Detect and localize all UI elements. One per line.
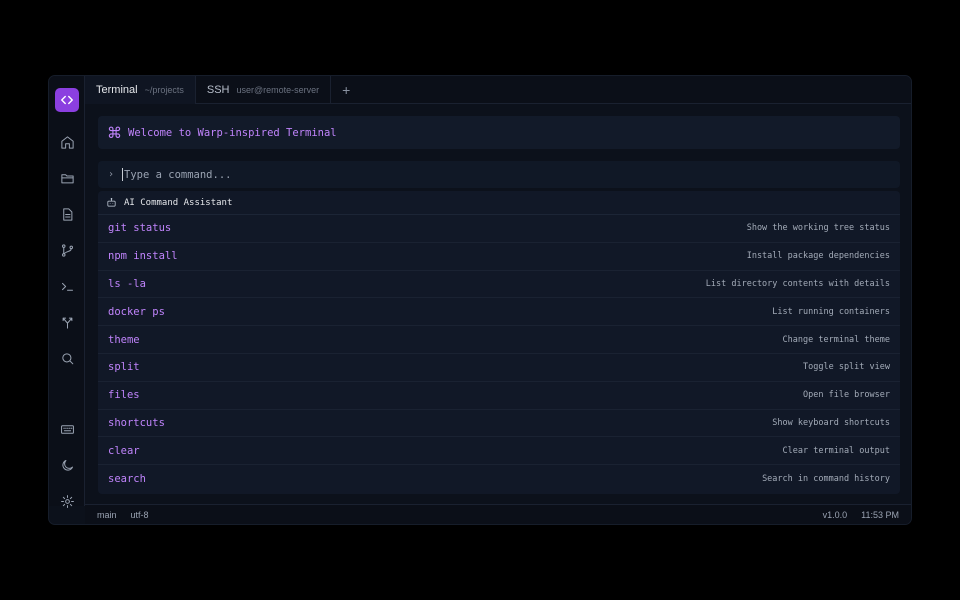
home-icon[interactable] [55, 130, 79, 154]
command-description: Show keyboard shortcuts [772, 417, 890, 428]
status-encoding[interactable]: utf-8 [131, 510, 149, 520]
tab-title: SSH [206, 84, 230, 96]
command-suggestion[interactable]: theme Change terminal theme [98, 326, 900, 354]
command-description: Change terminal theme [782, 334, 890, 345]
command-description: List running containers [772, 306, 890, 317]
robot-icon [107, 198, 116, 207]
command-suggestion[interactable]: npm install Install package dependencies [98, 243, 900, 271]
terminal-window: Terminal ~/projects SSH user@remote-serv… [48, 75, 912, 525]
command-description: List directory contents with details [705, 278, 890, 289]
tab-bar: Terminal ~/projects SSH user@remote-serv… [85, 76, 911, 104]
command-suggestion[interactable]: git status Show the working tree status [98, 215, 900, 243]
command-description: Install package dependencies [746, 251, 890, 262]
command-name: theme [108, 333, 140, 346]
command-suggestion[interactable]: clear Clear terminal output [98, 437, 900, 466]
command-description: Clear terminal output [782, 445, 890, 456]
fork-icon[interactable] [55, 310, 79, 334]
command-suggestion[interactable]: docker ps List running containers [98, 298, 900, 327]
command-description: Toggle split view [803, 362, 890, 373]
command-description: Search in command history [762, 474, 890, 485]
assistant-header: AI Command Assistant [98, 191, 900, 215]
command-description: Show the working tree status [746, 223, 890, 234]
command-input[interactable] [122, 168, 822, 181]
status-branch[interactable]: main [97, 510, 117, 520]
status-time: 11:53 PM [861, 509, 899, 520]
command-name: clear [108, 444, 140, 457]
ai-assistant-panel: AI Command Assistant git status Show the… [98, 191, 900, 494]
terminal-icon[interactable] [55, 274, 79, 298]
code-brackets-icon[interactable] [55, 88, 79, 112]
command-key-icon: ⌘ [107, 123, 122, 142]
sidebar [49, 76, 85, 508]
command-name: npm install [108, 250, 178, 263]
tab-ssh[interactable]: SSH user@remote-server [196, 76, 332, 104]
command-suggestion[interactable]: search Search in command history [98, 465, 900, 493]
command-name: files [108, 389, 140, 402]
welcome-banner: ⌘ Welcome to Warp-inspired Terminal [98, 116, 900, 149]
keyboard-icon[interactable] [55, 417, 79, 441]
tab-title: Terminal [96, 84, 138, 96]
command-name: split [108, 361, 140, 374]
assistant-title: AI Command Assistant [124, 197, 233, 208]
file-icon[interactable] [55, 202, 79, 226]
command-description: Open file browser [803, 390, 890, 401]
command-suggestion[interactable]: split Toggle split view [98, 354, 900, 382]
command-suggestion[interactable]: ls -la List directory contents with deta… [98, 271, 900, 299]
tab-subtitle: ~/projects [144, 85, 184, 95]
command-name: ls -la [108, 277, 146, 290]
command-name: docker ps [108, 305, 165, 318]
command-suggestion[interactable]: shortcuts Show keyboard shortcuts [98, 410, 900, 438]
gear-icon[interactable] [55, 489, 79, 513]
status-version: v1.0.0 [822, 509, 848, 520]
moon-icon[interactable] [55, 453, 79, 477]
welcome-text: Welcome to Warp-inspired Terminal [128, 126, 337, 139]
folder-icon[interactable] [55, 166, 79, 190]
tab-terminal[interactable]: Terminal ~/projects [85, 76, 196, 104]
command-suggestion[interactable]: files Open file browser [98, 382, 900, 410]
command-input-bar: › [98, 161, 900, 188]
command-name: search [108, 473, 146, 486]
add-tab-button[interactable]: + [331, 76, 361, 104]
tab-subtitle: user@remote-server [236, 85, 320, 95]
chevron-right-icon: › [108, 169, 115, 180]
status-bar: main utf-8 v1.0.0 11:53 PM [85, 504, 911, 524]
search-icon[interactable] [55, 346, 79, 370]
command-name: git status [108, 222, 172, 235]
command-name: shortcuts [108, 416, 165, 429]
git-branch-icon[interactable] [55, 238, 79, 262]
